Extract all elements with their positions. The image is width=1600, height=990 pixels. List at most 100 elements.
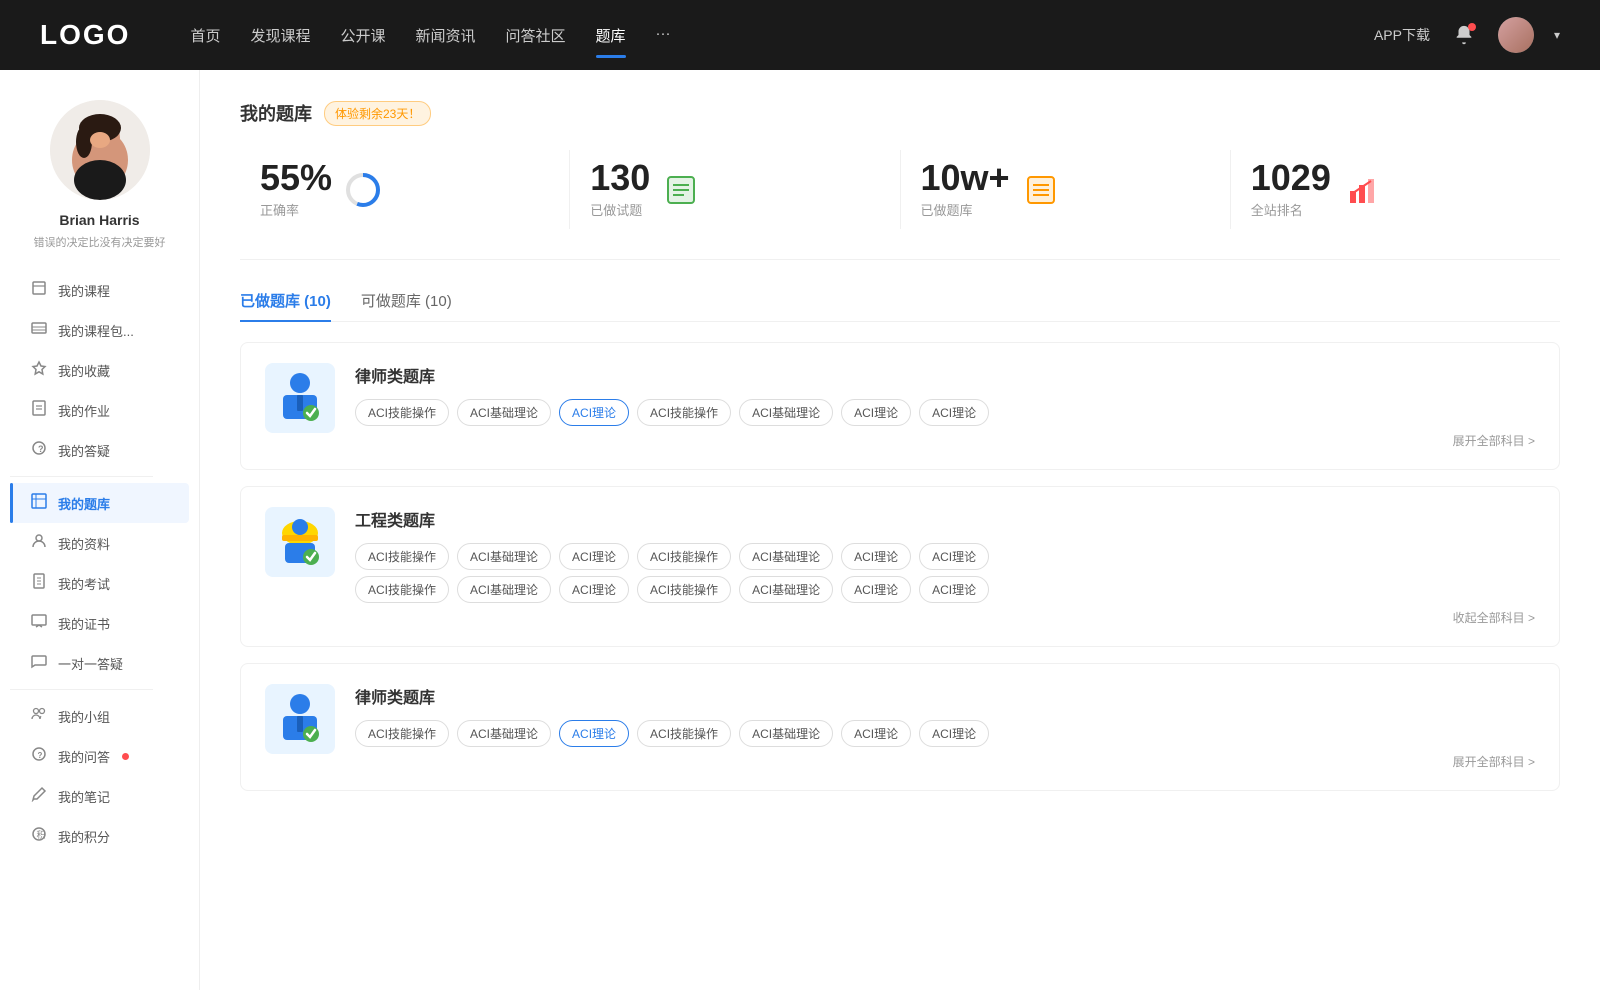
avatar-chevron-icon[interactable]: ▾ — [1554, 28, 1560, 42]
nav-news[interactable]: 新闻资讯 — [416, 21, 476, 50]
tag-2b-4[interactable]: ACI技能操作 — [637, 576, 731, 603]
tag-3-5[interactable]: ACI基础理论 — [739, 720, 833, 747]
qbank-card-3: 律师类题库 ACI技能操作 ACI基础理论 ACI理论 ACI技能操作 ACI基… — [240, 663, 1560, 791]
sidebar-item-questions[interactable]: ? 我的问答 — [10, 736, 189, 776]
top-nav: LOGO 首页 发现课程 公开课 新闻资讯 问答社区 题库 ··· APP下载 … — [0, 0, 1600, 70]
qbank-card-1: 律师类题库 ACI技能操作 ACI基础理论 ACI理论 ACI技能操作 ACI基… — [240, 342, 1560, 470]
sidebar-item-points[interactable]: 积 我的积分 — [10, 816, 189, 856]
tag-2a-1[interactable]: ACI技能操作 — [355, 543, 449, 570]
tag-2a-7[interactable]: ACI理论 — [919, 543, 989, 570]
sidebar-item-profile[interactable]: 我的资料 — [10, 523, 189, 563]
stat-site-rank-label: 全站排名 — [1251, 200, 1331, 219]
user-avatar[interactable] — [1498, 17, 1534, 53]
tag-3-4[interactable]: ACI技能操作 — [637, 720, 731, 747]
user-avatar-sidebar — [50, 100, 150, 200]
tag-1-2[interactable]: ACI基础理论 — [457, 399, 551, 426]
stat-correct-rate-text: 55% 正确率 — [260, 160, 332, 219]
tag-3-2[interactable]: ACI基础理论 — [457, 720, 551, 747]
stats-row: 55% 正确率 130 已做试题 — [240, 150, 1560, 260]
stat-done-banks-text: 10w+ 已做题库 — [921, 160, 1010, 219]
homework-icon — [30, 400, 48, 420]
sidebar-item-favorites[interactable]: 我的收藏 — [10, 350, 189, 390]
tag-2b-5[interactable]: ACI基础理论 — [739, 576, 833, 603]
qbank-content-3: 律师类题库 ACI技能操作 ACI基础理论 ACI理论 ACI技能操作 ACI基… — [355, 684, 1535, 770]
exam-icon — [30, 573, 48, 593]
done-banks-icon — [1022, 171, 1060, 209]
tag-2a-5[interactable]: ACI基础理论 — [739, 543, 833, 570]
qbank-icon-3 — [265, 684, 335, 754]
tag-1-4[interactable]: ACI技能操作 — [637, 399, 731, 426]
tag-3-3[interactable]: ACI理论 — [559, 720, 629, 747]
tag-3-6[interactable]: ACI理论 — [841, 720, 911, 747]
expand-btn-3[interactable]: 展开全部科目 > — [355, 753, 1535, 770]
stat-correct-rate: 55% 正确率 — [240, 150, 570, 229]
sidebar-item-exam[interactable]: 我的考试 — [10, 563, 189, 603]
sidebar-item-my-course[interactable]: 我的课程 — [10, 270, 189, 310]
tag-2a-2[interactable]: ACI基础理论 — [457, 543, 551, 570]
tag-1-7[interactable]: ACI理论 — [919, 399, 989, 426]
tag-2b-6[interactable]: ACI理论 — [841, 576, 911, 603]
qbank-title-2: 工程类题库 — [355, 507, 1535, 531]
stat-site-rank-text: 1029 全站排名 — [1251, 160, 1331, 219]
qbank-title-3: 律师类题库 — [355, 684, 1535, 708]
tag-2a-4[interactable]: ACI技能操作 — [637, 543, 731, 570]
tag-2b-2[interactable]: ACI基础理论 — [457, 576, 551, 603]
tag-3-7[interactable]: ACI理论 — [919, 720, 989, 747]
tag-1-6[interactable]: ACI理论 — [841, 399, 911, 426]
sidebar-item-course-package[interactable]: 我的课程包... — [10, 310, 189, 350]
tags-row-2a: ACI技能操作 ACI基础理论 ACI理论 ACI技能操作 ACI基础理论 AC… — [355, 543, 1535, 570]
qbank-icon-2 — [265, 507, 335, 577]
app-download-link[interactable]: APP下载 — [1374, 25, 1430, 45]
sidebar-divider-2 — [10, 689, 153, 690]
tags-row-1: ACI技能操作 ACI基础理论 ACI理论 ACI技能操作 ACI基础理论 AC… — [355, 399, 1535, 426]
svg-text:?: ? — [38, 751, 43, 760]
sidebar-label-points: 我的积分 — [58, 827, 110, 846]
notification-bell[interactable] — [1450, 21, 1478, 49]
profile-icon — [30, 533, 48, 553]
nav-qa[interactable]: 问答社区 — [506, 21, 566, 50]
sidebar-item-certificate[interactable]: 我的证书 — [10, 603, 189, 643]
engineer-icon — [273, 513, 327, 571]
sidebar-item-notes[interactable]: 我的笔记 — [10, 776, 189, 816]
expand-btn-1[interactable]: 展开全部科目 > — [355, 432, 1535, 449]
sidebar-item-one-on-one[interactable]: 一对一答疑 — [10, 643, 189, 683]
stat-done-banks-label: 已做题库 — [921, 200, 1010, 219]
tag-1-1[interactable]: ACI技能操作 — [355, 399, 449, 426]
sidebar-item-homework[interactable]: 我的作业 — [10, 390, 189, 430]
sidebar-label-exam: 我的考试 — [58, 574, 110, 593]
qbank-icon-1 — [265, 363, 335, 433]
sidebar-user-name: Brian Harris — [59, 212, 139, 228]
svg-text:积: 积 — [37, 829, 46, 840]
tag-2b-7[interactable]: ACI理论 — [919, 576, 989, 603]
expand-btn-2[interactable]: 收起全部科目 > — [355, 609, 1535, 626]
tag-1-3[interactable]: ACI理论 — [559, 399, 629, 426]
sidebar-divider-1 — [10, 476, 153, 477]
qbank-content-2: 工程类题库 ACI技能操作 ACI基础理论 ACI理论 ACI技能操作 ACI基… — [355, 507, 1535, 626]
nav-discover[interactable]: 发现课程 — [250, 21, 310, 50]
tab-done-banks[interactable]: 已做题库 (10) — [240, 290, 331, 321]
tag-1-5[interactable]: ACI基础理论 — [739, 399, 833, 426]
tag-2a-3[interactable]: ACI理论 — [559, 543, 629, 570]
questions-icon: ? — [30, 746, 48, 766]
tag-3-1[interactable]: ACI技能操作 — [355, 720, 449, 747]
nav-open-course[interactable]: 公开课 — [340, 21, 385, 50]
sidebar-item-qa[interactable]: ? 我的答疑 — [10, 430, 189, 470]
nav-home[interactable]: 首页 — [190, 21, 220, 50]
sidebar-label-one-on-one: 一对一答疑 — [58, 654, 123, 673]
nav-more[interactable]: ··· — [656, 21, 671, 50]
main-content: 我的题库 体验剩余23天！ 55% 正确率 — [200, 70, 1600, 990]
sidebar-item-question-bank[interactable]: 我的题库 — [10, 483, 189, 523]
tag-2b-1[interactable]: ACI技能操作 — [355, 576, 449, 603]
sidebar-label-group: 我的小组 — [58, 707, 110, 726]
sidebar-item-group[interactable]: 我的小组 — [10, 696, 189, 736]
logo: LOGO — [40, 19, 130, 51]
tab-available-banks[interactable]: 可做题库 (10) — [361, 290, 452, 321]
points-icon: 积 — [30, 826, 48, 846]
page-header: 我的题库 体验剩余23天！ — [240, 100, 1560, 126]
lawyer-icon — [273, 369, 327, 427]
tag-2b-3[interactable]: ACI理论 — [559, 576, 629, 603]
sidebar-label-question-bank: 我的题库 — [58, 494, 110, 513]
tag-2a-6[interactable]: ACI理论 — [841, 543, 911, 570]
sidebar-menu: 我的课程 我的课程包... 我的收藏 我的作业 — [0, 270, 199, 856]
nav-question-bank[interactable]: 题库 — [596, 21, 626, 50]
